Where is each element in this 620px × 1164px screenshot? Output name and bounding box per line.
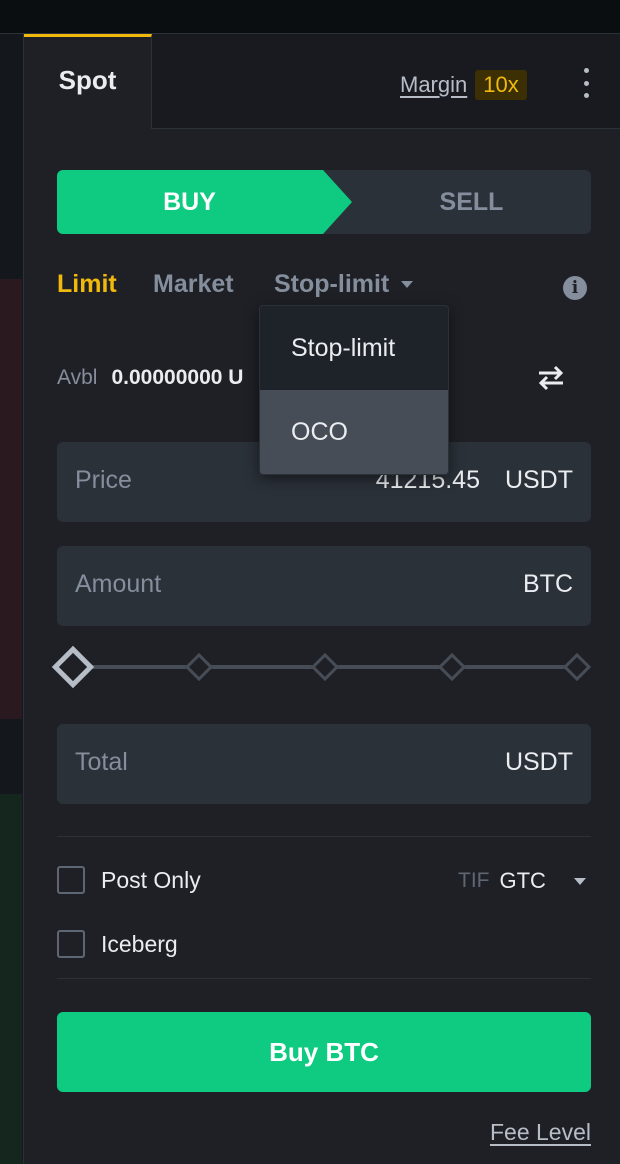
orderbook-strip xyxy=(0,34,22,1164)
order-type-dropdown: Stop-limit OCO xyxy=(259,305,449,475)
slider-mark-50[interactable] xyxy=(310,652,340,682)
tif-value: GTC xyxy=(499,868,546,893)
tif-label: TIF xyxy=(458,869,490,892)
orderbook-asks-segment xyxy=(0,279,22,719)
available-balance: Avbl 0.00000000 U xyxy=(57,366,243,390)
buy-btc-button[interactable]: Buy BTC xyxy=(57,1012,591,1092)
order-type-stop-limit-label: Stop-limit xyxy=(274,270,390,298)
post-only-label: Post Only xyxy=(101,866,201,893)
post-only-checkbox[interactable] xyxy=(57,866,85,894)
order-type-market[interactable]: Market xyxy=(153,270,234,299)
slider-mark-100[interactable] xyxy=(562,652,592,682)
leverage-badge: 10x xyxy=(475,70,527,100)
buy-sell-toggle: BUY SELL xyxy=(57,170,591,234)
dropdown-item-label: Stop-limit xyxy=(291,333,396,362)
tab-margin[interactable]: Margin 10x xyxy=(400,70,527,100)
iceberg-checkbox[interactable] xyxy=(57,930,85,958)
dropdown-item-oco[interactable]: OCO xyxy=(260,390,448,474)
chevron-down-icon xyxy=(401,281,414,288)
buy-tab-label: BUY xyxy=(163,187,216,216)
slider-handle[interactable] xyxy=(51,645,95,689)
slider-mark-25[interactable] xyxy=(184,652,214,682)
sell-tab-button[interactable]: SELL xyxy=(352,170,591,234)
tab-margin-label[interactable]: Margin xyxy=(400,72,467,98)
post-only-option[interactable]: Post Only xyxy=(57,866,201,894)
dropdown-item-label: OCO xyxy=(291,417,348,446)
amount-field[interactable]: Amount BTC xyxy=(57,546,591,626)
slider-mark-75[interactable] xyxy=(437,652,467,682)
avbl-value: 0.00000000 U xyxy=(111,366,244,389)
more-vertical-icon[interactable] xyxy=(580,68,592,98)
iceberg-label: Iceberg xyxy=(101,930,178,957)
tab-spot-label: Spot xyxy=(58,64,117,95)
amount-unit: BTC xyxy=(523,570,573,598)
buy-btc-label: Buy BTC xyxy=(269,1036,379,1067)
orderbook-segment xyxy=(0,40,22,190)
chevron-down-icon xyxy=(573,877,586,885)
orderbook-bids-segment xyxy=(0,794,22,1164)
total-unit: USDT xyxy=(504,748,573,776)
divider xyxy=(57,978,591,979)
total-field[interactable]: Total USDT xyxy=(57,724,591,804)
fee-level-link[interactable]: Fee Level xyxy=(490,1119,591,1146)
sell-tab-label: SELL xyxy=(439,187,504,216)
tif-select[interactable]: TIF GTC xyxy=(458,868,586,894)
amount-slider[interactable] xyxy=(51,645,592,689)
order-panel: Spot Margin 10x BUY SELL Limit Market St… xyxy=(23,34,620,1164)
tab-bar: Spot Margin 10x xyxy=(24,34,620,129)
top-bar xyxy=(0,0,620,34)
dropdown-item-stop-limit[interactable]: Stop-limit xyxy=(260,306,448,390)
buy-tab-button[interactable]: BUY xyxy=(57,170,352,234)
swap-arrows-icon[interactable] xyxy=(536,364,566,392)
info-icon[interactable]: i xyxy=(563,276,587,300)
tab-spot[interactable]: Spot xyxy=(24,34,152,129)
divider xyxy=(57,836,591,837)
avbl-label: Avbl xyxy=(57,366,98,389)
order-type-stop-limit[interactable]: Stop-limit xyxy=(274,270,414,299)
price-unit: USDT xyxy=(504,466,573,494)
amount-label: Amount xyxy=(75,570,162,598)
total-label: Total xyxy=(75,748,128,776)
iceberg-option[interactable]: Iceberg xyxy=(57,930,178,958)
order-type-limit[interactable]: Limit xyxy=(57,270,117,299)
price-label: Price xyxy=(75,466,132,494)
